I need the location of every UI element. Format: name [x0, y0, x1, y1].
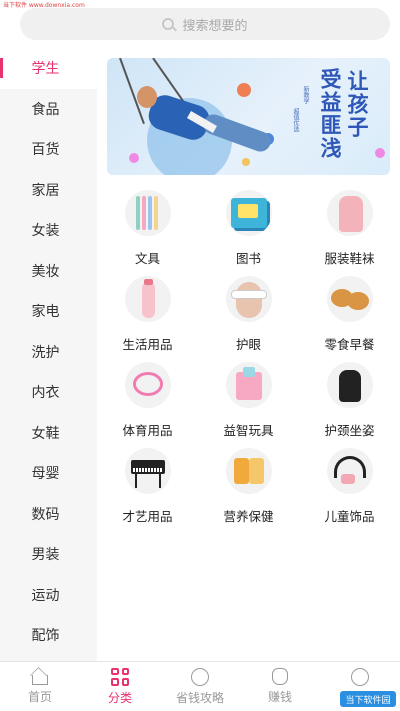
tab-home[interactable]: 首页: [0, 662, 80, 711]
subcategory-label: 益智玩具: [223, 423, 274, 438]
subcategory-grid: 文具 图书 服装鞋袜 生活用品 护眼 零食早餐 体育用品 益智玩具 护颈坐姿 才…: [97, 185, 400, 529]
sports-icon: [124, 362, 171, 408]
subcategory-label: 图书: [235, 251, 261, 266]
sidebar-item-label: 运动: [31, 587, 60, 604]
sidebar-item-label: 家电: [31, 304, 60, 321]
music-icon: [124, 448, 171, 494]
sidebar-item-label: 母婴: [31, 466, 60, 483]
sidebar-item-womens-shoes[interactable]: 女鞋: [0, 413, 97, 454]
sidebar-item-label: 学生: [31, 61, 60, 78]
sidebar-item-home[interactable]: 家居: [0, 170, 97, 211]
subcategory-snacks[interactable]: 零食早餐: [299, 271, 400, 357]
bottom-tab-bar: 首页 分类 省钱攻略 赚钱 我的 当下软件园: [0, 661, 400, 711]
sidebar-item-students[interactable]: 学生: [0, 48, 97, 89]
banner-decor-dot: [237, 83, 251, 97]
subcategory-stationery[interactable]: 文具: [97, 185, 198, 271]
subcategory-kids-accessories[interactable]: 儿童饰品: [299, 443, 400, 529]
subcategory-label: 才艺用品: [122, 509, 173, 524]
tab-label: 首页: [27, 690, 52, 704]
tab-label: 分类: [107, 690, 132, 705]
sidebar-item-label: 配饰: [31, 628, 60, 645]
sidebar-item-appliances[interactable]: 家电: [0, 291, 97, 332]
clothing-icon: [326, 190, 373, 236]
category-icon: [111, 667, 129, 686]
accessories-icon: [326, 448, 373, 494]
eye-care-icon: [225, 276, 272, 322]
nutrition-icon: [225, 448, 272, 494]
subcategory-label: 体育用品: [122, 423, 173, 438]
sidebar-item-label: 数码: [31, 506, 60, 523]
profile-icon: [351, 667, 369, 686]
subcategory-toys[interactable]: 益智玩具: [198, 357, 299, 443]
stationery-icon: [124, 190, 171, 236]
snacks-icon: [326, 276, 373, 322]
subcategory-clothing[interactable]: 服装鞋袜: [299, 185, 400, 271]
posture-icon: [326, 362, 373, 408]
sidebar-item-label: 男装: [31, 547, 60, 564]
subcategory-label: 儿童饰品: [324, 509, 375, 524]
sidebar-item-digital[interactable]: 数码: [0, 494, 97, 535]
promo-banner[interactable]: 让孩子 受益匪浅 新教学 超值优选: [107, 58, 390, 175]
banner-child-head: [137, 86, 157, 108]
subcategory-label: 护颈坐姿: [324, 423, 375, 438]
subcategory-label: 护眼: [235, 337, 261, 352]
sidebar-item-label: 女装: [31, 223, 60, 240]
sidebar-item-label: 食品: [31, 101, 60, 118]
banner-decor-dot: [242, 158, 250, 166]
sidebar-item-label: 洗护: [31, 344, 60, 361]
sidebar-item-personal-care[interactable]: 洗护: [0, 332, 97, 373]
tab-savings-guide[interactable]: 省钱攻略: [160, 662, 240, 711]
banner-title-right: 让孩子: [345, 70, 370, 139]
banner-title-left: 受益匪浅: [318, 68, 343, 160]
tab-category[interactable]: 分类: [80, 662, 160, 711]
banner-decor-dot: [375, 148, 385, 158]
subcategory-label: 营养保健: [223, 509, 274, 524]
sidebar-item-general-goods[interactable]: 百货: [0, 129, 97, 170]
sidebar-item-label: 家居: [31, 182, 60, 199]
tab-label: 赚钱: [267, 690, 292, 704]
tab-earn[interactable]: 赚钱: [240, 662, 320, 711]
subcategory-music[interactable]: 才艺用品: [97, 443, 198, 529]
sidebar-item-beauty[interactable]: 美妆: [0, 251, 97, 292]
sidebar-item-mens-clothing[interactable]: 男装: [0, 534, 97, 575]
subcategory-label: 生活用品: [122, 337, 173, 352]
subcategory-label: 零食早餐: [324, 337, 375, 352]
home-icon: [32, 675, 48, 685]
daily-goods-icon: [124, 276, 171, 322]
sidebar-item-label: 百货: [31, 142, 60, 159]
sidebar-item-underwear[interactable]: 内衣: [0, 372, 97, 413]
subcategory-books[interactable]: 图书: [198, 185, 299, 271]
subcategory-posture[interactable]: 护颈坐姿: [299, 357, 400, 443]
banner-decor-dot: [129, 153, 139, 163]
search-placeholder: 搜索想要的: [182, 18, 248, 34]
sidebar-item-label: 女鞋: [31, 425, 60, 442]
subcategory-label: 服装鞋袜: [324, 251, 375, 266]
banner-subtitle: 新教学: [302, 86, 309, 104]
sidebar-item-food[interactable]: 食品: [0, 89, 97, 130]
app-root: 当下软件 www.downxia.com 搜索想要的 学生 食品 百货 家居 女…: [0, 0, 400, 711]
subcategory-label: 文具: [134, 251, 160, 266]
subcategory-daily-goods[interactable]: 生活用品: [97, 271, 198, 357]
sidebar-item-label: 美妆: [31, 263, 60, 280]
coin-icon: [191, 667, 209, 686]
sidebar-item-maternity[interactable]: 母婴: [0, 453, 97, 494]
banner-subtitle: 超值优选: [292, 108, 299, 132]
category-content: 让孩子 受益匪浅 新教学 超值优选 文具 图书 服装鞋袜 生活用品 护眼 零食早…: [97, 48, 400, 661]
search-bar[interactable]: 搜索想要的: [20, 8, 390, 40]
sidebar-item-womens-clothing[interactable]: 女装: [0, 210, 97, 251]
category-sidebar: 学生 食品 百货 家居 女装 美妆 家电 洗护 内衣 女鞋 母婴 数码 男装 运…: [0, 48, 97, 661]
subcategory-eye-care[interactable]: 护眼: [198, 271, 299, 357]
sidebar-item-label: 内衣: [31, 385, 60, 402]
money-bag-icon: [272, 668, 288, 685]
sidebar-item-sports[interactable]: 运动: [0, 575, 97, 616]
subcategory-nutrition[interactable]: 营养保健: [198, 443, 299, 529]
toys-icon: [225, 362, 272, 408]
tab-label: 省钱攻略: [175, 690, 224, 705]
watermark-logo: 当下软件园: [340, 691, 396, 707]
sidebar-item-accessories[interactable]: 配饰: [0, 615, 97, 656]
books-icon: [225, 190, 272, 236]
subcategory-sports[interactable]: 体育用品: [97, 357, 198, 443]
search-icon: [162, 18, 175, 30]
